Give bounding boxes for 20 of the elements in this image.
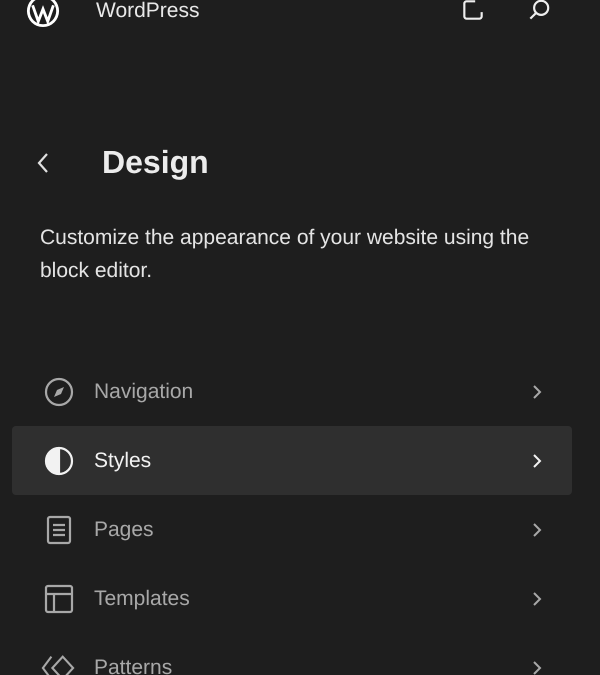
half-circle-icon [44, 446, 74, 476]
panel-title: Design [102, 144, 209, 181]
compass-icon [44, 376, 74, 406]
chevron-right-icon [532, 660, 542, 675]
layout-icon [44, 584, 74, 614]
page-icon [44, 514, 74, 544]
diamond-icon [41, 652, 75, 675]
back-icon[interactable] [36, 150, 50, 174]
menu-item[interactable]: Styles [12, 426, 572, 495]
panel-description: Customize the appearance of your website using the block editor. [40, 225, 530, 284]
chevron-right-icon [532, 384, 542, 400]
wordpress-logo-icon[interactable] [26, 0, 60, 28]
chevron-right-icon [532, 522, 542, 538]
menu-item[interactable]: Pages [12, 495, 572, 564]
chevron-right-icon [532, 452, 542, 468]
menu-item[interactable]: Patterns [12, 633, 572, 675]
site-name: WordPress [96, 0, 200, 23]
menu-item[interactable]: Templates [12, 564, 572, 633]
menu-item[interactable]: Navigation [12, 357, 572, 426]
chevron-right-icon [532, 590, 542, 606]
